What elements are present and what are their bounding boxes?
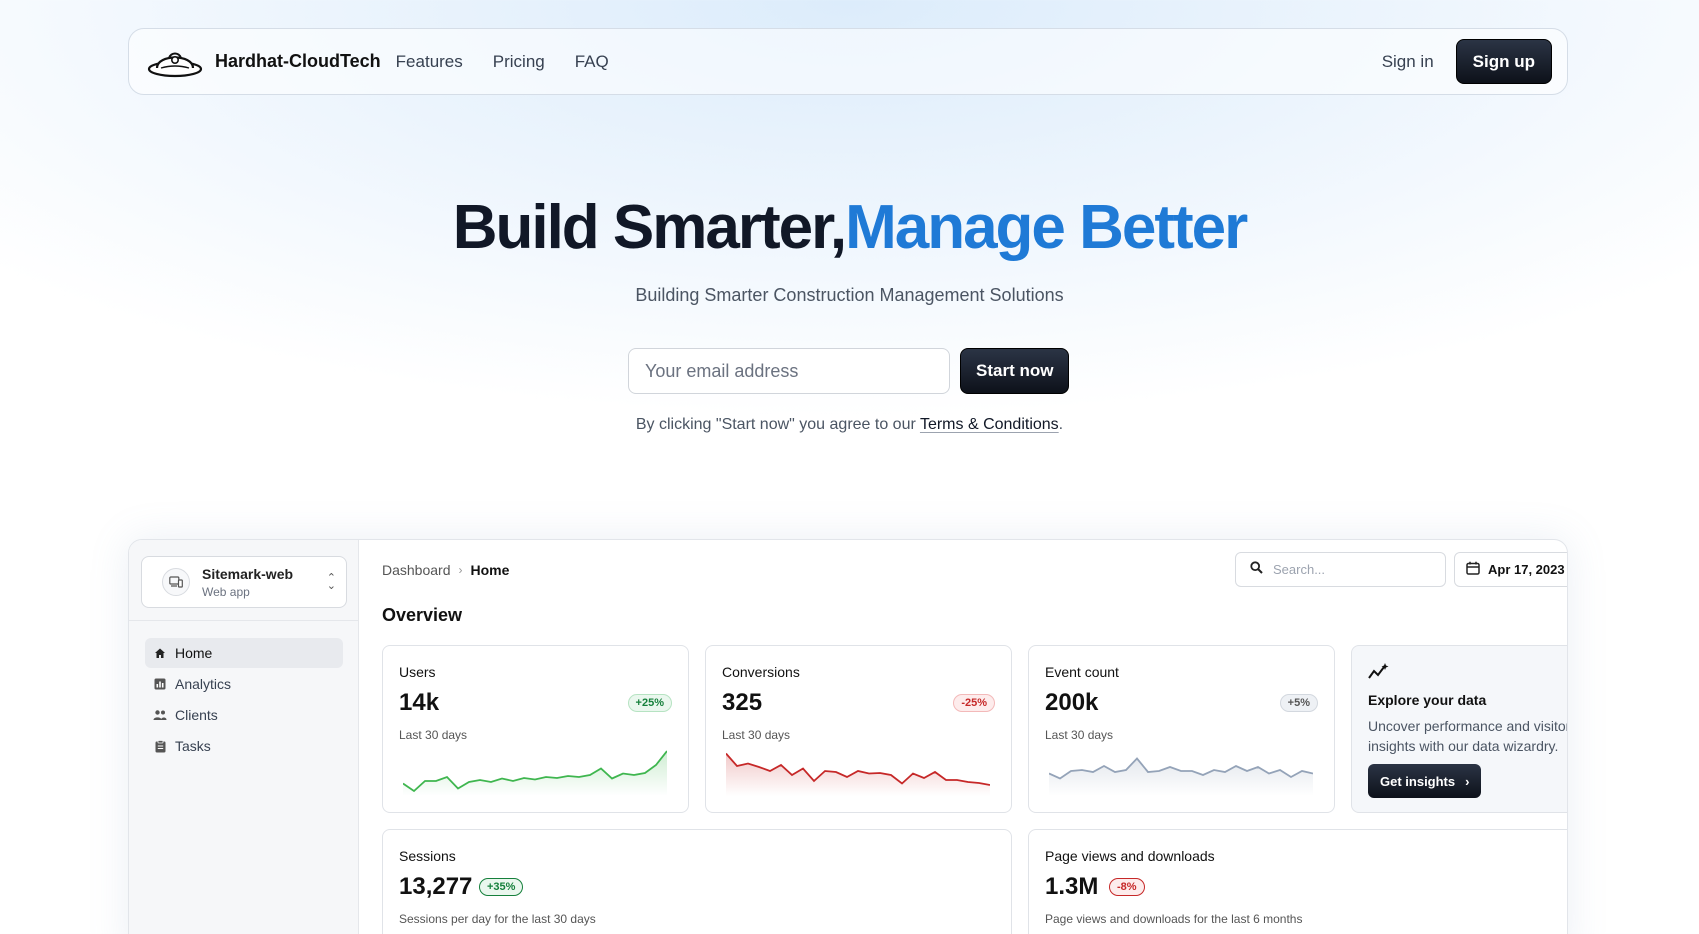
- trend-badge: -25%: [953, 694, 995, 712]
- terms-suffix: .: [1058, 416, 1064, 433]
- email-signup-form: Start now: [628, 348, 1070, 394]
- page-views-card: Page views and downloads 1.3M -8% Page v…: [1028, 829, 1567, 934]
- explore-text: Uncover performance and visitor insights…: [1368, 718, 1568, 754]
- breadcrumb-parent[interactable]: Dashboard: [382, 562, 451, 578]
- trend-badge: +25%: [627, 694, 672, 712]
- event-count-card: Event count 200k +5% Last 30 days: [1028, 645, 1335, 813]
- event-count-sparkline: [1049, 757, 1313, 796]
- search-icon: [1250, 561, 1263, 578]
- site-selector[interactable]: Sitemark-web Web app ⌃ ⌄: [141, 556, 347, 608]
- search-placeholder: Search...: [1273, 562, 1326, 577]
- conversions-card: Conversions 325 -25% Last 30 days: [705, 645, 1012, 813]
- sign-in-link[interactable]: Sign in: [1382, 52, 1434, 72]
- analytics-icon: [153, 677, 167, 691]
- card-title: Users: [399, 664, 436, 680]
- sidebar-divider: [129, 620, 358, 621]
- home-icon: [153, 646, 167, 660]
- terms-notice: By clicking "Start now" you agree to our…: [0, 416, 1699, 434]
- card-title: Conversions: [722, 664, 800, 680]
- card-value: 1.3M: [1045, 873, 1099, 900]
- card-title: Event count: [1045, 664, 1119, 680]
- card-value: 325: [722, 689, 763, 716]
- sidebar-item-tasks[interactable]: Tasks: [145, 731, 343, 761]
- hardhat-logo-icon[interactable]: [147, 46, 203, 78]
- overview-title: Overview: [382, 605, 463, 625]
- card-subtitle: Last 30 days: [1045, 728, 1114, 742]
- start-now-button[interactable]: Start now: [960, 348, 1070, 394]
- terms-link[interactable]: Terms & Conditions: [920, 416, 1059, 433]
- sidebar-item-label: Analytics: [175, 676, 232, 692]
- chevron-up-down-icon: ⌃ ⌄: [326, 572, 336, 592]
- chevron-right-icon: ›: [458, 563, 463, 577]
- explore-title: Explore your data: [1368, 692, 1487, 708]
- dashboard-preview: Sitemark-web Web app ⌃⌄ Home Analytics: [128, 539, 1568, 934]
- get-insights-label: Get insights: [1380, 773, 1456, 789]
- nav-link-faq[interactable]: FAQ: [575, 52, 609, 72]
- tasks-icon: [153, 739, 167, 753]
- nav-links: Features Pricing FAQ: [396, 52, 639, 72]
- card-subtitle: Last 30 days: [399, 728, 468, 742]
- card-value: 200k: [1045, 689, 1099, 716]
- card-value: 14k: [399, 689, 440, 716]
- card-subtitle: Page views and downloads for the last 6 …: [1045, 912, 1303, 926]
- insights-icon: [1368, 662, 1390, 685]
- hero-title-accent: Manage Better: [845, 193, 1248, 262]
- trend-badge: +5%: [1279, 694, 1318, 712]
- breadcrumb-current: Home: [470, 562, 510, 578]
- clients-icon: [153, 708, 167, 722]
- hero-subtitle: Building Smarter Construction Management…: [635, 285, 1064, 305]
- nav-link-pricing[interactable]: Pricing: [493, 52, 545, 72]
- date-picker[interactable]: Apr 17, 2023: [1454, 552, 1567, 587]
- preview-main: Dashboard › Home Search... Apr 17, 2023 …: [360, 540, 1567, 934]
- site-type: Web app: [202, 584, 250, 599]
- sidebar-item-label: Home: [175, 645, 213, 661]
- calendar-icon: [1466, 561, 1480, 578]
- trend-badge: +35%: [479, 878, 524, 896]
- hero-title: Build Smarter,Manage Better: [0, 192, 1699, 263]
- sidebar-item-clients[interactable]: Clients: [145, 700, 343, 730]
- site-name: Sitemark-web: [202, 565, 294, 582]
- preview-sidebar: Sitemark-web Web app ⌃⌄ Home Analytics: [129, 540, 359, 934]
- sign-up-button[interactable]: Sign up: [1455, 39, 1552, 84]
- card-subtitle: Sessions per day for the last 30 days: [399, 912, 596, 926]
- card-title: Sessions: [399, 848, 456, 864]
- sidebar-item-home[interactable]: Home: [145, 638, 343, 668]
- breadcrumb: Dashboard › Home: [382, 562, 509, 578]
- users-sparkline: [403, 750, 667, 796]
- brand-name[interactable]: Hardhat-CloudTech: [215, 51, 381, 72]
- devices-icon: [162, 568, 190, 596]
- sidebar-item-analytics[interactable]: Analytics: [145, 669, 343, 699]
- date-value: Apr 17, 2023: [1488, 562, 1565, 577]
- get-insights-button[interactable]: Get insights ›: [1368, 764, 1482, 798]
- sidebar-menu: Home Analytics Clients Tasks: [145, 638, 343, 762]
- sessions-card: Sessions 13,277 +35% Sessions per day fo…: [382, 829, 1012, 934]
- search-box[interactable]: Search...: [1235, 552, 1446, 587]
- terms-prefix: By clicking "Start now" you agree to our: [635, 416, 920, 433]
- conversions-sparkline: [726, 752, 990, 796]
- users-card: Users 14k +25% Last 30 days: [382, 645, 689, 813]
- sidebar-item-label: Tasks: [175, 738, 211, 754]
- trend-badge: -8%: [1109, 878, 1145, 896]
- email-input[interactable]: [628, 348, 950, 394]
- top-navbar: Hardhat-CloudTech Features Pricing FAQ S…: [128, 28, 1568, 95]
- nav-link-features[interactable]: Features: [396, 52, 463, 72]
- card-value: 13,277: [399, 873, 473, 900]
- card-title: Page views and downloads: [1045, 848, 1215, 864]
- hero-title-main: Build Smarter,: [452, 193, 847, 262]
- chevron-right-icon: ›: [1465, 773, 1470, 789]
- card-subtitle: Last 30 days: [722, 728, 791, 742]
- explore-card: Explore your data Uncover performance an…: [1351, 645, 1568, 813]
- sidebar-item-label: Clients: [175, 707, 218, 723]
